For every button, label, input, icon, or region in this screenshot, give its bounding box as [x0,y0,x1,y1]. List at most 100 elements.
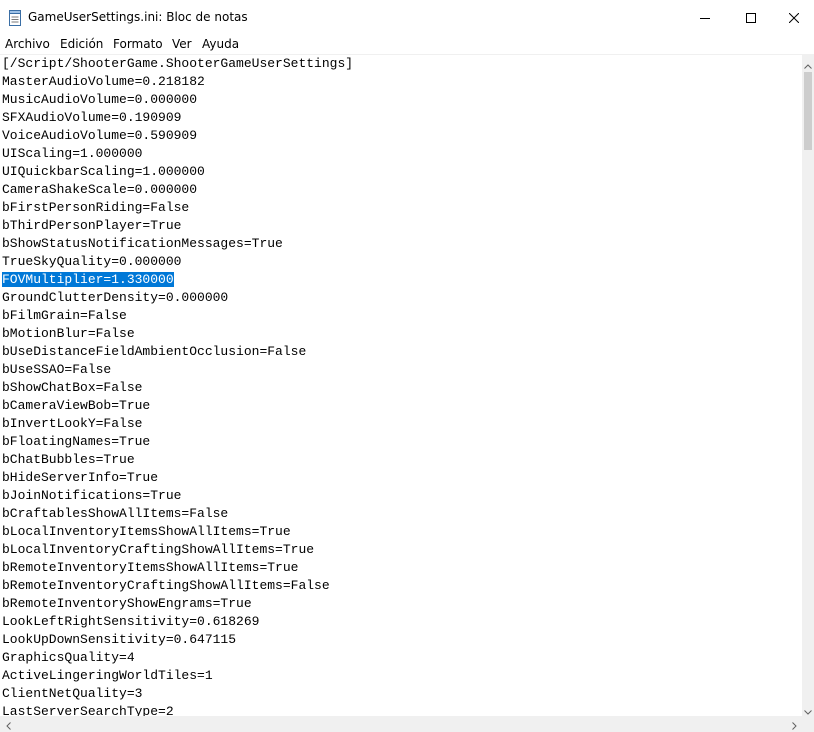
line-text: bJoinNotifications=True [2,488,182,503]
line-text: bCraftablesShowAllItems=False [2,506,229,521]
text-line: bUseSSAO=False [2,361,111,379]
text-line: LastServerSearchType=2 [2,703,174,717]
line-text: bUseSSAO=False [2,362,112,377]
line-text: LookUpDownSensitivity=0.647115 [2,632,237,647]
line-text: bHideServerInfo=True [2,470,159,485]
text-line: bRemoteInventoryCraftingShowAllItems=Fal… [2,577,330,595]
line-text: bChatBubbles=True [2,452,135,467]
text-line: GraphicsQuality=4 [2,649,135,667]
scrollbar-corner [802,716,814,732]
window-title: GameUserSettings.ini: Bloc de notas [28,10,248,24]
line-text: bFilmGrain=False [2,308,127,323]
text-line: bCameraViewBob=True [2,397,150,415]
scroll-up-button[interactable] [802,55,814,71]
chevron-right-icon [791,715,797,732]
menu-ayuda[interactable]: Ayuda [202,37,239,51]
text-line: SFXAudioVolume=0.190909 [2,109,181,127]
text-line: bThirdPersonPlayer=True [2,217,181,235]
menu-bar: Archivo Edición Formato Ver Ayuda [0,34,814,54]
text-line: VoiceAudioVolume=0.590909 [2,127,197,145]
line-text: [/Script/ShooterGame.ShooterGameUserSett… [2,56,354,71]
line-text: bInvertLookY=False [2,416,143,431]
selected-text: FOVMultiplier=1.330000 [2,272,174,287]
text-line: LookUpDownSensitivity=0.647115 [2,631,236,649]
line-text: bThirdPersonPlayer=True [2,218,182,233]
text-line: bShowChatBox=False [2,379,142,397]
line-text: UIQuickbarScaling=1.000000 [2,164,205,179]
menu-archivo[interactable]: Archivo [5,37,50,51]
text-line: bInvertLookY=False [2,415,142,433]
line-text: LookLeftRightSensitivity=0.618269 [2,614,260,629]
text-line: bUseDistanceFieldAmbientOcclusion=False [2,343,306,361]
text-line: bShowStatusNotificationMessages=True [2,235,283,253]
text-content[interactable]: [/Script/ShooterGame.ShooterGameUserSett… [0,55,802,717]
line-text: GraphicsQuality=4 [2,650,135,665]
text-line: [/Script/ShooterGame.ShooterGameUserSett… [2,55,353,73]
menu-formato[interactable]: Formato [113,37,163,51]
text-line: bMotionBlur=False [2,325,135,343]
text-line: bFilmGrain=False [2,307,127,325]
chevron-up-icon [804,54,812,73]
chevron-left-icon [5,715,11,732]
text-line: CameraShakeScale=0.000000 [2,181,197,199]
line-text: bFirstPersonRiding=False [2,200,190,215]
scroll-down-button[interactable] [802,701,814,717]
text-line: GroundClutterDensity=0.000000 [2,289,228,307]
text-line: ClientNetQuality=3 [2,685,142,703]
line-text: ClientNetQuality=3 [2,686,143,701]
text-line: bFloatingNames=True [2,433,150,451]
line-text: bUseDistanceFieldAmbientOcclusion=False [2,344,307,359]
text-line: bRemoteInventoryShowEngrams=True [2,595,252,613]
line-text: UIScaling=1.000000 [2,146,143,161]
line-text: ActiveLingeringWorldTiles=1 [2,668,213,683]
text-line: bChatBubbles=True [2,451,135,469]
text-line: bRemoteInventoryItemsShowAllItems=True [2,559,298,577]
text-line: MusicAudioVolume=0.000000 [2,91,197,109]
line-text: bRemoteInventoryItemsShowAllItems=True [2,560,299,575]
vertical-scroll-thumb[interactable] [804,72,812,150]
text-line: LookLeftRightSensitivity=0.618269 [2,613,259,631]
menu-ver[interactable]: Ver [172,37,192,51]
line-text: bRemoteInventoryShowEngrams=True [2,596,252,611]
text-line: FOVMultiplier=1.330000 [2,271,174,289]
text-line: UIScaling=1.000000 [2,145,142,163]
text-line: bCraftablesShowAllItems=False [2,505,228,523]
line-text: VoiceAudioVolume=0.590909 [2,128,198,143]
notepad-icon [8,10,22,26]
line-text: bRemoteInventoryCraftingShowAllItems=Fal… [2,578,330,593]
line-text: bLocalInventoryCraftingShowAllItems=True [2,542,315,557]
text-line: bLocalInventoryItemsShowAllItems=True [2,523,291,541]
vertical-scrollbar[interactable] [802,55,814,717]
notepad-window: GameUserSettings.ini: Bloc de notas Arch… [0,0,814,732]
line-text: TrueSkyQuality=0.000000 [2,254,182,269]
line-text: SFXAudioVolume=0.190909 [2,110,182,125]
line-text: CameraShakeScale=0.000000 [2,182,198,197]
line-text: bMotionBlur=False [2,326,135,341]
line-text: bLocalInventoryItemsShowAllItems=True [2,524,291,539]
text-line: UIQuickbarScaling=1.000000 [2,163,205,181]
text-editor[interactable]: [/Script/ShooterGame.ShooterGameUserSett… [0,54,814,717]
text-line: bJoinNotifications=True [2,487,181,505]
text-line: bHideServerInfo=True [2,469,158,487]
line-text: bShowStatusNotificationMessages=True [2,236,283,251]
close-button[interactable] [774,0,814,34]
scroll-left-button[interactable] [0,716,16,732]
text-line: ActiveLingeringWorldTiles=1 [2,667,213,685]
line-text: bFloatingNames=True [2,434,151,449]
maximize-button[interactable] [728,0,774,34]
line-text: GroundClutterDensity=0.000000 [2,290,229,305]
scroll-right-button[interactable] [786,716,802,732]
maximize-icon [746,8,756,27]
line-text: MasterAudioVolume=0.218182 [2,74,205,89]
horizontal-scrollbar[interactable] [0,716,802,732]
minimize-button[interactable] [682,0,728,34]
minimize-icon [700,8,710,27]
title-bar[interactable]: GameUserSettings.ini: Bloc de notas [0,0,814,34]
text-line: bFirstPersonRiding=False [2,199,189,217]
line-text: bShowChatBox=False [2,380,143,395]
menu-edicion[interactable]: Edición [60,37,103,51]
text-line: bLocalInventoryCraftingShowAllItems=True [2,541,314,559]
close-icon [788,8,800,27]
text-line: TrueSkyQuality=0.000000 [2,253,181,271]
line-text: MusicAudioVolume=0.000000 [2,92,198,107]
